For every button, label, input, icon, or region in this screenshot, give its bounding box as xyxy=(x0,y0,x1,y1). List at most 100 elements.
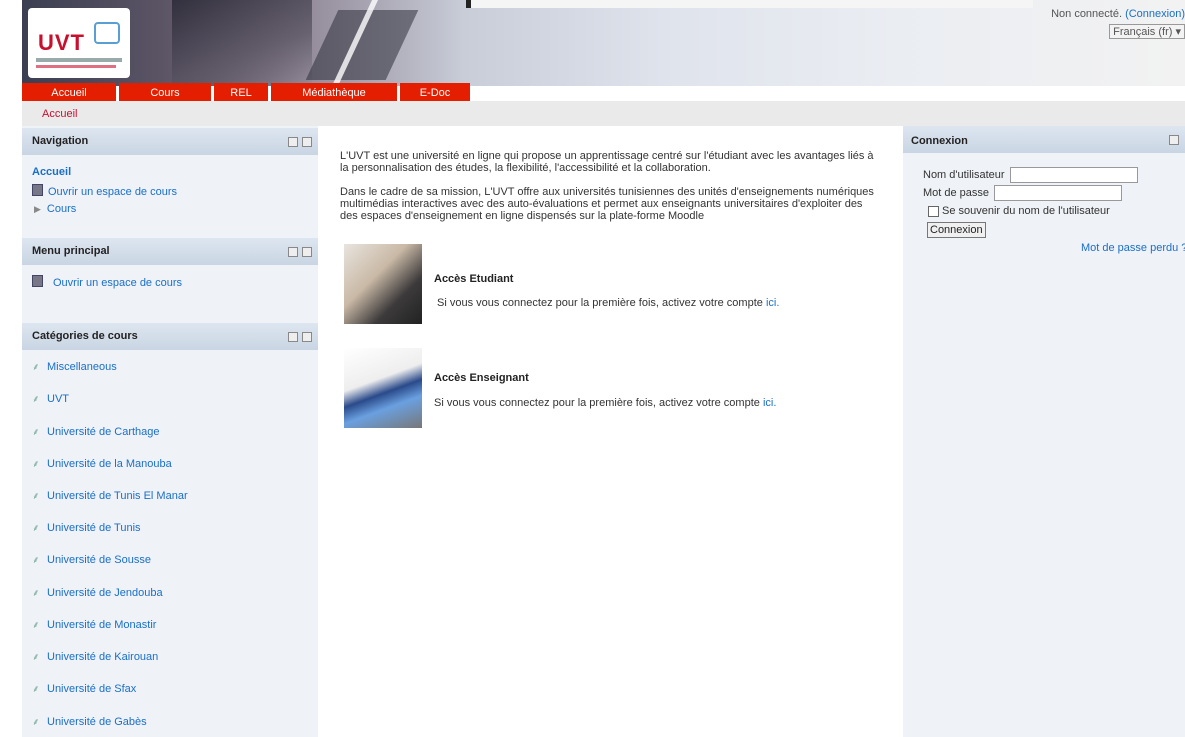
teacher-access-image[interactable] xyxy=(344,348,422,428)
category-item[interactable]: ⸙ Université de Monastir xyxy=(32,617,156,631)
remember-label: Se souvenir du nom de l'utilisateur xyxy=(942,205,1110,217)
categories-header: Catégories de cours xyxy=(22,323,318,350)
logo-emblem-icon xyxy=(94,22,120,44)
menu-open-course-link[interactable]: Ouvrir un espace de cours xyxy=(32,275,182,289)
category-label: Miscellaneous xyxy=(47,361,117,373)
category-item[interactable]: ⸙ Université de Sfax xyxy=(32,681,136,695)
category-item[interactable]: ⸙ Université de Jendouba xyxy=(32,585,163,599)
navigation-block-title: Navigation xyxy=(32,135,89,147)
collapse-icon[interactable] xyxy=(288,247,298,257)
login-block-title: Connexion xyxy=(911,135,968,147)
nav-open-course-link[interactable]: Ouvrir un espace de cours xyxy=(32,184,177,198)
login-button[interactable]: Connexion xyxy=(927,222,986,238)
nav-open-course-label: Ouvrir un espace de cours xyxy=(48,186,178,198)
student-access-sentence: Si vous vous connectez pour la première … xyxy=(437,297,763,309)
student-access-text: Si vous vous connectez pour la première … xyxy=(437,297,779,309)
category-icon: ⸙ xyxy=(32,459,40,470)
language-selected: Français (fr) xyxy=(1113,26,1173,38)
logo-arabic-line xyxy=(36,58,122,62)
category-label: Université de Gabès xyxy=(47,716,147,728)
main-content: L'UVT est une université en ligne qui pr… xyxy=(340,150,880,234)
student-access-title: Accès Etudiant xyxy=(434,273,514,285)
menu-open-course-label: Ouvrir un espace de cours xyxy=(53,277,183,289)
category-label: Université de Carthage xyxy=(47,426,160,438)
category-icon: ⸙ xyxy=(32,717,40,728)
category-icon: ⸙ xyxy=(32,491,40,502)
teacher-activate-link[interactable]: ici. xyxy=(763,397,776,409)
dock-icon[interactable] xyxy=(302,137,312,147)
login-status: Non connecté. xyxy=(1051,8,1123,20)
category-label: Université de Monastir xyxy=(47,619,157,631)
main-menu-header: Menu principal xyxy=(22,238,318,265)
category-icon: ⸙ xyxy=(32,652,40,663)
breadcrumb[interactable]: Accueil xyxy=(42,108,77,120)
category-icon: ⸙ xyxy=(32,620,40,631)
category-item[interactable]: ⸙ Université de Tunis xyxy=(32,520,141,534)
forgot-password-link[interactable]: Mot de passe perdu ? xyxy=(1081,242,1185,254)
nav-home-link[interactable]: Accueil xyxy=(32,166,71,178)
intro-paragraph: L'UVT est une université en ligne qui pr… xyxy=(340,150,874,174)
login-link[interactable]: (Connexion) xyxy=(1125,8,1185,20)
nav-courses-label: Cours xyxy=(46,203,77,215)
uvt-logo[interactable]: UVT xyxy=(28,8,130,78)
chevron-down-icon: ▾ xyxy=(1175,26,1181,38)
category-icon: ⸙ xyxy=(32,555,40,566)
language-select[interactable]: Français (fr) ▾ xyxy=(1109,24,1185,39)
category-item[interactable]: ⸙ Université de la Manouba xyxy=(32,456,172,470)
password-label: Mot de passe xyxy=(923,187,990,199)
tab-rel[interactable]: REL xyxy=(214,83,268,101)
category-label: Université de Jendouba xyxy=(47,587,163,599)
remember-checkbox[interactable] xyxy=(928,206,939,217)
tab-edoc[interactable]: E-Doc xyxy=(400,83,470,101)
nav-courses-link[interactable]: ▶ Cours xyxy=(34,203,76,215)
category-icon: ⸙ xyxy=(32,684,40,695)
tab-cours[interactable]: Cours xyxy=(119,83,211,101)
category-item[interactable]: ⸙ Université de Kairouan xyxy=(32,649,158,663)
login-block: Connexion xyxy=(903,126,1185,737)
category-label: UVT xyxy=(47,393,69,405)
student-activate-link[interactable]: ici. xyxy=(766,297,779,309)
collapse-icon[interactable] xyxy=(288,332,298,342)
category-item[interactable]: ⸙ Université de Sousse xyxy=(32,552,151,566)
mission-paragraph: Dans le cadre de sa mission, L'UVT offre… xyxy=(340,186,874,222)
password-input[interactable] xyxy=(994,185,1122,201)
category-item[interactable]: ⸙ Miscellaneous xyxy=(32,359,117,373)
top-right-area: Non connecté. (Connexion) Français (fr) … xyxy=(1051,8,1185,39)
categories-title: Catégories de cours xyxy=(32,330,138,342)
tab-accueil[interactable]: Accueil xyxy=(22,83,116,101)
category-label: Université de la Manouba xyxy=(47,458,172,470)
categories-block: Catégories de cours xyxy=(22,323,318,350)
book-icon xyxy=(32,275,43,287)
dock-icon[interactable] xyxy=(302,332,312,342)
main-menu-block: Menu principal xyxy=(22,238,318,265)
category-icon: ⸙ xyxy=(32,588,40,599)
category-label: Université de Tunis El Manar xyxy=(47,490,188,502)
teacher-access-sentence: Si vous vous connectez pour la première … xyxy=(434,397,760,409)
collapse-icon[interactable] xyxy=(288,137,298,147)
category-icon: ⸙ xyxy=(32,362,40,373)
category-item[interactable]: ⸙ Université de Carthage xyxy=(32,424,160,438)
banner-image xyxy=(172,0,312,86)
breadcrumb-bar xyxy=(22,101,1185,126)
student-access-image[interactable] xyxy=(344,244,422,324)
dock-icon[interactable] xyxy=(302,247,312,257)
category-label: Université de Sfax xyxy=(47,683,137,695)
category-icon: ⸙ xyxy=(32,427,40,438)
category-item[interactable]: ⸙ UVT xyxy=(32,391,69,405)
category-item[interactable]: ⸙ Université de Tunis El Manar xyxy=(32,488,188,502)
book-icon xyxy=(32,184,43,196)
category-label: Université de Kairouan xyxy=(47,651,159,663)
username-label: Nom d'utilisateur xyxy=(923,169,1005,181)
category-icon: ⸙ xyxy=(32,394,40,405)
category-label: Université de Tunis xyxy=(47,522,141,534)
header-banner xyxy=(22,0,1185,86)
login-block-header: Connexion xyxy=(903,126,1185,153)
navigation-block-header: Navigation xyxy=(22,128,318,155)
tab-mediatheque[interactable]: Médiathèque xyxy=(271,83,397,101)
category-icon: ⸙ xyxy=(32,523,40,534)
triangle-right-icon: ▶ xyxy=(34,204,41,214)
category-item[interactable]: ⸙ Université de Gabès xyxy=(32,714,147,728)
teacher-access-title: Accès Enseignant xyxy=(434,372,529,384)
username-input[interactable] xyxy=(1010,167,1138,183)
collapse-icon[interactable] xyxy=(1169,135,1179,145)
